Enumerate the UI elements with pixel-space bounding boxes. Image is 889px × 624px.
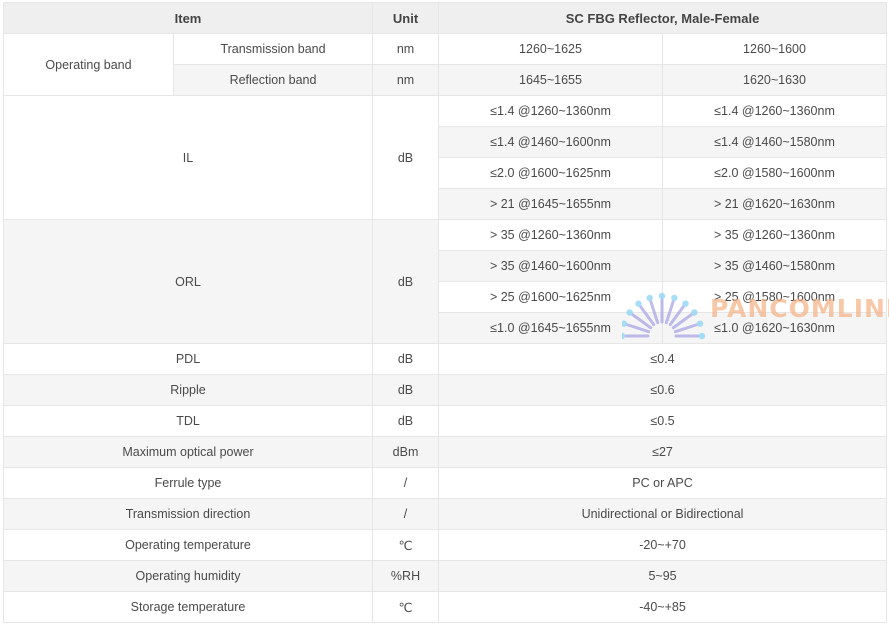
orl-unit: dB (372, 219, 440, 344)
ferrule-type-label: Ferrule type (2, 467, 374, 499)
orl-value-a: > 35 @1260~1360nm (438, 219, 664, 251)
tdl-value: ≤0.5 (438, 405, 888, 437)
table-row: Storage temperature ℃ -40~+85 (2, 591, 888, 623)
header-row: Item Unit SC FBG Reflector, Male-Female (2, 2, 888, 34)
pdl-value: ≤0.4 (438, 343, 888, 375)
orl-value-a: > 25 @1600~1625nm (438, 281, 664, 313)
table-row: TDL dB ≤0.5 (2, 405, 888, 437)
storage-temperature-unit: ℃ (372, 591, 440, 623)
orl-value-a: > 35 @1460~1600nm (438, 250, 664, 282)
table-row: Operating band Transmission band nm 1260… (3, 33, 888, 96)
reflection-band-value-b: 1620~1630 (662, 64, 888, 96)
header-product: SC FBG Reflector, Male-Female (438, 2, 888, 34)
operating-humidity-label: Operating humidity (2, 560, 374, 592)
operating-temperature-label: Operating temperature (2, 529, 374, 561)
storage-temperature-label: Storage temperature (2, 591, 374, 623)
header-unit: Unit (372, 2, 440, 34)
operating-humidity-value: 5~95 (438, 560, 888, 592)
reflection-band-value-a: 1645~1655 (438, 64, 664, 96)
transmission-direction-label: Transmission direction (2, 498, 374, 530)
max-optical-power-unit: dBm (372, 436, 440, 468)
transmission-direction-unit: / (372, 498, 440, 530)
orl-value-b: > 35 @1260~1360nm (662, 219, 888, 251)
orl-value-b: > 35 @1460~1580nm (662, 250, 888, 282)
operating-humidity-unit: %RH (372, 560, 440, 592)
table-row: Operating humidity %RH 5~95 (2, 560, 888, 592)
transmission-direction-value: Unidirectional or Bidirectional (438, 498, 888, 530)
ferrule-type-unit: / (372, 467, 440, 499)
il-value-a: ≤1.4 @1460~1600nm (438, 126, 664, 158)
storage-temperature-value: -40~+85 (438, 591, 888, 623)
header-item: Item (2, 2, 374, 34)
operating-temperature-unit: ℃ (372, 529, 440, 561)
transmission-band-value-b: 1260~1600 (662, 33, 888, 65)
pdl-unit: dB (372, 343, 440, 375)
ferrule-type-value: PC or APC (438, 467, 888, 499)
table-row: Maximum optical power dBm ≤27 (2, 436, 888, 468)
orl-value-b: > 25 @1580~1600nm (662, 281, 888, 313)
il-value-b: > 21 @1620~1630nm (662, 188, 888, 220)
ripple-label: Ripple (2, 374, 374, 406)
il-value-b: ≤2.0 @1580~1600nm (662, 157, 888, 189)
ripple-value: ≤0.6 (438, 374, 888, 406)
table-row: Ferrule type / PC or APC (2, 467, 888, 499)
il-value-a: > 21 @1645~1655nm (438, 188, 664, 220)
pdl-label: PDL (2, 343, 374, 375)
max-optical-power-value: ≤27 (438, 436, 888, 468)
il-value-b: ≤1.4 @1460~1580nm (662, 126, 888, 158)
table-row: Ripple dB ≤0.6 (2, 374, 888, 406)
orl-label: ORL (2, 219, 374, 344)
orl-value-a: ≤1.0 @1645~1655nm (438, 312, 664, 344)
il-value-b: ≤1.4 @1260~1360nm (662, 95, 888, 127)
table-row: Operating temperature ℃ -20~+70 (2, 529, 888, 561)
max-optical-power-label: Maximum optical power (2, 436, 374, 468)
tdl-unit: dB (372, 405, 440, 437)
spec-table: Item Unit SC FBG Reflector, Male-Female … (2, 2, 888, 623)
transmission-band-label: Transmission band (172, 33, 374, 65)
ripple-unit: dB (372, 374, 440, 406)
reflection-band-label: Reflection band (172, 64, 374, 96)
il-value-a: ≤1.4 @1260~1360nm (438, 95, 664, 127)
transmission-band-unit: nm (372, 33, 440, 65)
orl-value-b: ≤1.0 @1620~1630nm (662, 312, 888, 344)
operating-band-label: Operating band (3, 33, 174, 96)
table-row: IL dB ≤1.4 @1260~1360nm ≤1.4 @1260~1360n… (2, 95, 888, 220)
tdl-label: TDL (2, 405, 374, 437)
il-unit: dB (372, 95, 440, 220)
operating-temperature-value: -20~+70 (438, 529, 888, 561)
il-value-a: ≤2.0 @1600~1625nm (438, 157, 664, 189)
table-row: Transmission direction / Unidirectional … (2, 498, 888, 530)
table-row: ORL dB > 35 @1260~1360nm > 35 @1260~1360… (2, 219, 888, 344)
transmission-band-value-a: 1260~1625 (438, 33, 664, 65)
reflection-band-unit: nm (372, 64, 440, 96)
table-row: PDL dB ≤0.4 (2, 343, 888, 375)
il-label: IL (2, 95, 374, 220)
